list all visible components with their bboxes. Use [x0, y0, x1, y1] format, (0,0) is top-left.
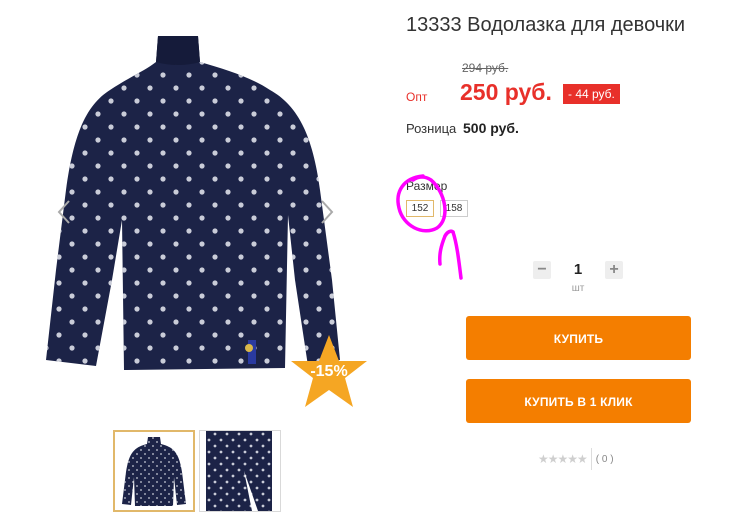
rating-widget[interactable]: ★★★★★ ( 0 ) [538, 448, 614, 470]
review-count[interactable]: ( 0 ) [596, 454, 614, 465]
prev-photo-button[interactable] [55, 198, 73, 226]
wholesale-label: Опт [406, 90, 428, 104]
product-gallery: -15% [0, 0, 390, 524]
thumbnail-detail-image [206, 431, 272, 511]
discount-badge: -15% [289, 333, 369, 413]
size-label: Размер [406, 179, 448, 193]
thumbnail-detail[interactable] [199, 430, 281, 512]
size-option-158[interactable]: 158 [440, 200, 468, 217]
product-title: 13333 Водолазка для девочки [406, 14, 686, 36]
chevron-right-icon [321, 200, 334, 224]
price-difference-badge: - 44 руб. [563, 84, 620, 104]
star-icon[interactable]: ★★★★★ [538, 452, 588, 466]
quantity-value[interactable]: 1 [565, 261, 591, 278]
minus-icon: − [537, 261, 547, 278]
buy-button[interactable]: КУПИТЬ [466, 316, 691, 360]
plus-icon: + [609, 261, 619, 278]
quantity-decrease-button[interactable]: − [533, 261, 551, 279]
wholesale-price: 250 руб. [460, 79, 552, 105]
quantity-increase-button[interactable]: + [605, 261, 623, 279]
thumbnail-front-image [122, 437, 186, 506]
chevron-left-icon [57, 200, 70, 224]
thumbnail-front[interactable] [113, 430, 195, 512]
discount-badge-text: -15% [310, 363, 348, 380]
old-price: 294 руб. [462, 61, 509, 75]
retail-label: Розница [406, 121, 457, 136]
size-option-152[interactable]: 152 [406, 200, 434, 217]
rating-divider [590, 448, 592, 470]
retail-price: 500 руб. [463, 120, 519, 136]
quantity-unit: шт [571, 283, 585, 294]
buy-one-click-button[interactable]: КУПИТЬ В 1 КЛИК [466, 379, 691, 423]
next-photo-button[interactable] [318, 198, 336, 226]
